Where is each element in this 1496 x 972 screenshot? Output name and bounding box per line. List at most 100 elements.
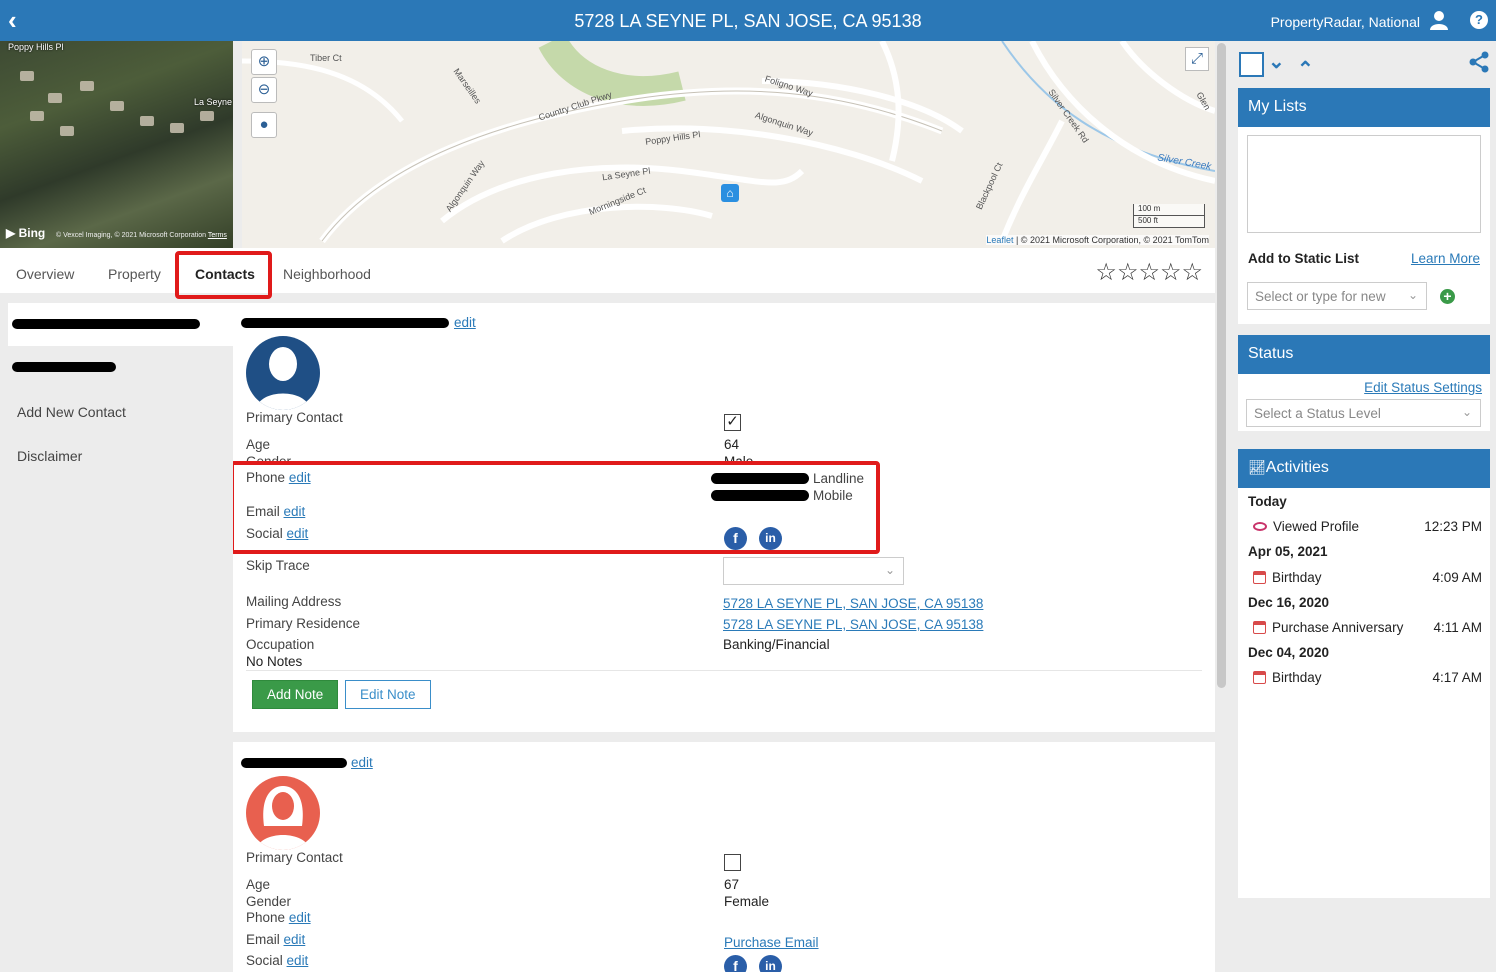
- lists-box[interactable]: [1247, 135, 1481, 233]
- scrollbar[interactable]: [1217, 43, 1226, 688]
- purchase-email-link[interactable]: Purchase Email: [724, 935, 819, 950]
- static-list-select[interactable]: Select or type for new ⌄: [1247, 282, 1427, 310]
- activity-item[interactable]: Birthday 4:09 AM: [1248, 570, 1482, 585]
- help-icon[interactable]: ?: [1470, 11, 1488, 29]
- leaflet-link[interactable]: Leaflet: [986, 235, 1013, 245]
- tab-overview[interactable]: Overview: [16, 266, 74, 282]
- contacts-nav: Add New Contact Disclaimer: [8, 303, 233, 464]
- edit-email-link[interactable]: edit: [284, 932, 306, 947]
- top-bar: ‹ 5728 LA SEYNE PL, SAN JOSE, CA 95138 P…: [0, 0, 1496, 41]
- email-label: Email edit: [246, 932, 306, 947]
- skip-trace-label: Skip Trace: [246, 558, 310, 573]
- age-label: Age: [246, 437, 271, 452]
- house-shape: [30, 111, 44, 121]
- terms-link[interactable]: Terms: [208, 232, 227, 239]
- occupation-value: Banking/Financial: [723, 637, 830, 652]
- chevron-up-icon[interactable]: ⌄: [1297, 55, 1314, 80]
- add-static-list-label: Add to Static List: [1248, 251, 1359, 266]
- card-separator: [233, 733, 1215, 742]
- facebook-icon[interactable]: f: [724, 955, 747, 972]
- edit-phone-link[interactable]: edit: [289, 910, 311, 925]
- activity-item[interactable]: Viewed Profile 12:23 PM: [1248, 519, 1482, 534]
- tab-neighborhood[interactable]: Neighborhood: [283, 266, 371, 282]
- zoom-in-icon[interactable]: ⊕: [251, 49, 277, 75]
- male-avatar: [246, 336, 320, 410]
- house-shape: [110, 101, 124, 111]
- primary-contact-checkbox[interactable]: ✓: [724, 414, 741, 431]
- map-attribution: Leaflet | © 2021 Microsoft Corporation, …: [986, 235, 1209, 245]
- street-map[interactable]: Tiber Ct Marseilles Country Club Pkwy Po…: [242, 41, 1215, 248]
- add-list-icon[interactable]: +: [1440, 289, 1455, 304]
- house-shape: [140, 116, 154, 126]
- skip-trace-select[interactable]: ⌄: [723, 557, 904, 585]
- highlight-box-tab: [175, 251, 272, 299]
- activity-date: Dec 16, 2020: [1248, 595, 1330, 610]
- aerial-image[interactable]: Poppy Hills Pl La Seyne ▶ Bing © Vexcel …: [0, 41, 233, 248]
- status-panel: Status Edit Status Settings Select a Sta…: [1238, 335, 1490, 431]
- age-value: 67: [724, 877, 740, 892]
- notes-text: No Notes: [246, 654, 303, 669]
- activities-header: 📈︎Activities: [1238, 449, 1490, 488]
- aerial-street-label: Poppy Hills Pl: [8, 42, 64, 52]
- redacted-name: [12, 319, 200, 329]
- calendar-icon: [1253, 571, 1266, 584]
- chevron-down-icon: ⌄: [1407, 288, 1418, 302]
- primary-contact-label: Primary Contact: [246, 410, 343, 425]
- home-marker-icon[interactable]: ⌂: [721, 184, 739, 202]
- contacts-content: edit Primary Contact ✓ Age 64 Gender Mal…: [233, 303, 1215, 972]
- activity-item[interactable]: Birthday 4:17 AM: [1248, 670, 1482, 685]
- select-checkbox[interactable]: [1239, 52, 1264, 77]
- primary-residence-link[interactable]: 5728 LA SEYNE PL, SAN JOSE, CA 95138: [723, 617, 983, 632]
- add-note-button[interactable]: Add Note: [252, 680, 339, 709]
- star-rating[interactable]: ☆☆☆☆☆: [1095, 258, 1203, 287]
- contact-nav-item-selected[interactable]: [8, 303, 233, 346]
- house-shape: [170, 123, 184, 133]
- chart-icon: 📈︎: [1248, 459, 1266, 475]
- edit-status-settings-link[interactable]: Edit Status Settings: [1364, 380, 1482, 395]
- zoom-out-icon[interactable]: ⊖: [251, 77, 277, 103]
- age-value: 64: [724, 437, 740, 452]
- chevron-down-icon[interactable]: ⌄: [1268, 49, 1285, 74]
- activity-date: Today: [1248, 494, 1287, 509]
- female-avatar: [246, 776, 320, 850]
- activity-date: Dec 04, 2020: [1248, 645, 1330, 660]
- social-label: Social edit: [246, 953, 309, 968]
- right-sidebar: ⌄ ⌄ My Lists Add to Static List Learn Mo…: [1230, 41, 1496, 972]
- activity-date: Apr 05, 2021: [1248, 544, 1328, 559]
- edit-name-link[interactable]: edit: [454, 315, 476, 330]
- disclaimer-link[interactable]: Disclaimer: [8, 448, 91, 464]
- edit-social-link[interactable]: edit: [287, 953, 309, 968]
- my-lists-header: My Lists: [1238, 88, 1490, 127]
- add-new-contact-link[interactable]: Add New Contact: [8, 404, 135, 420]
- status-level-select[interactable]: Select a Status Level ⌄: [1246, 399, 1481, 427]
- activities-panel: 📈︎Activities Today Viewed Profile 12:23 P…: [1238, 449, 1490, 898]
- expand-icon[interactable]: ⤢: [1185, 47, 1209, 71]
- tab-bar: Overview Property Contacts Neighborhood …: [0, 248, 1215, 299]
- primary-contact-label: Primary Contact: [246, 850, 343, 865]
- contact-card: edit Primary Contact Age 67 Gender Femal…: [233, 742, 1215, 972]
- linkedin-icon[interactable]: in: [759, 955, 782, 972]
- edit-note-button[interactable]: Edit Note: [345, 680, 431, 709]
- eye-icon: [1253, 522, 1267, 531]
- aerial-street-label: La Seyne: [194, 97, 233, 107]
- user-icon[interactable]: [1430, 10, 1448, 33]
- contact-nav-item[interactable]: [8, 346, 233, 381]
- redacted-name: [241, 318, 449, 328]
- mailing-address-label: Mailing Address: [246, 594, 342, 609]
- chevron-down-icon: ⌄: [1461, 405, 1472, 419]
- calendar-icon: [1253, 671, 1266, 684]
- globe-icon[interactable]: ●: [251, 112, 277, 138]
- learn-more-link[interactable]: Learn More: [1411, 251, 1480, 266]
- account-name[interactable]: PropertyRadar, National: [1271, 14, 1420, 30]
- gender-value: Female: [724, 894, 770, 909]
- house-shape: [60, 126, 74, 136]
- primary-contact-checkbox[interactable]: [724, 854, 741, 871]
- aerial-copyright: © Vexcel Imaging, © 2021 Microsoft Corpo…: [56, 232, 227, 239]
- activity-item[interactable]: Purchase Anniversary 4:11 AM: [1248, 620, 1482, 635]
- edit-name-link[interactable]: edit: [351, 755, 373, 770]
- share-icon[interactable]: [1468, 51, 1490, 76]
- mailing-address-link[interactable]: 5728 LA SEYNE PL, SAN JOSE, CA 95138: [723, 596, 983, 611]
- tab-property[interactable]: Property: [108, 266, 161, 282]
- divider: [246, 670, 1202, 671]
- house-shape: [20, 71, 34, 81]
